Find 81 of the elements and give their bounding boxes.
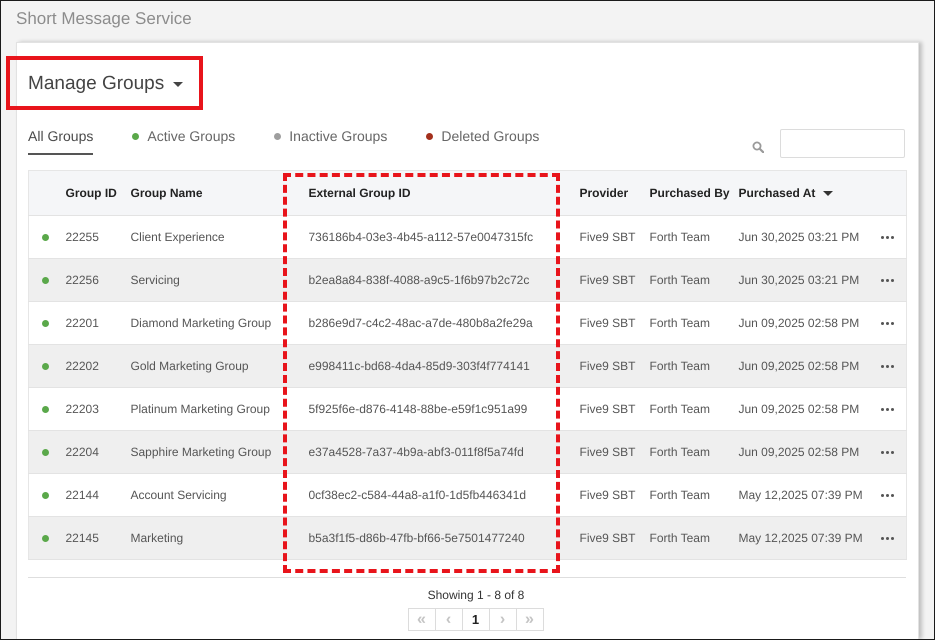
group-id: 22256 [66, 273, 99, 287]
column-header: External Group ID [308, 186, 411, 200]
purchase-date: Jun 09,2025 02:58 PM [738, 359, 860, 373]
external-group-id: 0cf38ec2-c584-44a8-a1f0-1d5fb446341d [308, 488, 526, 502]
provider-name: Five9 SBT [580, 273, 636, 287]
row-menu-button[interactable] [880, 236, 894, 238]
column-header: Provider [580, 186, 628, 200]
filter-tab[interactable]: Deleted Groups [426, 126, 540, 155]
purchase-date: May 12,2025 07:39 PM [738, 488, 863, 502]
group-id: 22204 [66, 445, 99, 459]
ellipsis-icon [880, 408, 894, 410]
provider-name: Five9 SBT [580, 488, 636, 502]
filter-tab[interactable]: Active Groups [132, 126, 236, 155]
section-dropdown[interactable]: Manage Groups [28, 72, 184, 96]
row-menu-button[interactable] [880, 322, 894, 324]
provider-name: Five9 SBT [580, 316, 636, 330]
external-group-id: e998411c-bd68-4da4-85d9-303f4f774141 [308, 359, 530, 373]
column-header: Purchased By [650, 186, 730, 200]
group-name: Platinum Marketing Group [130, 402, 270, 416]
search-field[interactable] [780, 129, 905, 158]
group-name: Marketing [130, 531, 184, 545]
purchase-date: Jun 09,2025 02:58 PM [738, 316, 860, 330]
provider-name: Five9 SBT [580, 531, 636, 545]
purchase-date: Jun 30,2025 03:21 PM [738, 230, 860, 244]
external-group-id: b5a3f1f5-d86b-47fb-bf66-5e7501477240 [308, 531, 525, 545]
group-name: Sapphire Marketing Group [130, 445, 272, 459]
external-group-id: 736186b4-03e3-4b45-a112-57e0047315fc [308, 230, 534, 244]
purchase-date: Jun 09,2025 02:58 PM [738, 445, 860, 459]
purchaser-name: Forth Team [650, 531, 710, 545]
provider-name: Five9 SBT [580, 402, 636, 416]
ellipsis-icon [880, 322, 894, 324]
provider-name: Five9 SBT [580, 445, 636, 459]
pagination-summary: Showing 1 - 8 of 8 [428, 588, 524, 602]
external-group-id: 5f925f6e-d876-4148-88be-e59f1c951a99 [308, 402, 528, 416]
provider-name: Five9 SBT [580, 230, 636, 244]
row-menu-button[interactable] [880, 364, 894, 368]
purchase-date: May 12,2025 07:39 PM [738, 531, 863, 545]
ellipsis-icon [880, 236, 894, 238]
purchaser-name: Forth Team [650, 273, 710, 287]
group-id: 22145 [66, 531, 99, 545]
column-header: Group Name [130, 186, 203, 200]
external-group-id: b286e9d7-c4c2-48ac-a7de-480b8a2fe29a [308, 316, 533, 330]
row-menu-button[interactable] [880, 408, 894, 410]
purchase-date: Jun 30,2025 03:21 PM [738, 273, 860, 287]
purchaser-name: Forth Team [650, 230, 710, 244]
page-title: Short Message Service [16, 9, 192, 28]
row-menu-button[interactable] [880, 278, 894, 282]
external-group-id: b2ea8a84-838f-4088-a9c5-1f6b97b2c72c [308, 273, 530, 287]
provider-name: Five9 SBT [580, 359, 636, 373]
purchaser-name: Forth Team [650, 488, 710, 502]
page-number-button[interactable]: 1 [462, 608, 490, 631]
purchaser-name: Forth Team [650, 359, 710, 373]
group-name: Gold Marketing Group [130, 359, 249, 373]
ellipsis-icon [880, 278, 894, 282]
group-id: 22201 [66, 316, 99, 330]
group-id: 22202 [66, 359, 99, 373]
row-menu-button[interactable] [880, 536, 894, 540]
ellipsis-icon [880, 494, 894, 496]
external-group-id: e37a4528-7a37-4b9a-abf3-011f8f5a74fd [308, 445, 524, 459]
column-header: Purchased At [738, 186, 816, 200]
row-menu-button[interactable] [880, 494, 894, 496]
ellipsis-icon [880, 536, 894, 540]
group-name: Account Servicing [130, 488, 227, 502]
group-name: Servicing [130, 273, 180, 287]
ellipsis-icon [880, 450, 894, 454]
row-menu-button[interactable] [880, 450, 894, 454]
filter-tab[interactable]: Inactive Groups [274, 126, 388, 155]
group-id: 22255 [66, 230, 99, 244]
group-id: 22203 [66, 402, 99, 416]
group-name: Diamond Marketing Group [130, 316, 272, 330]
filter-tab[interactable]: All Groups [28, 126, 94, 155]
group-id: 22144 [66, 488, 99, 502]
purchaser-name: Forth Team [650, 316, 710, 330]
purchaser-name: Forth Team [650, 402, 710, 416]
column-header: Group ID [66, 186, 117, 200]
group-name: Client Experience [130, 230, 225, 244]
purchase-date: Jun 09,2025 02:58 PM [738, 402, 860, 416]
purchaser-name: Forth Team [650, 445, 710, 459]
search-icon [752, 141, 764, 153]
ellipsis-icon [880, 364, 894, 368]
caret-down-icon [173, 82, 184, 86]
